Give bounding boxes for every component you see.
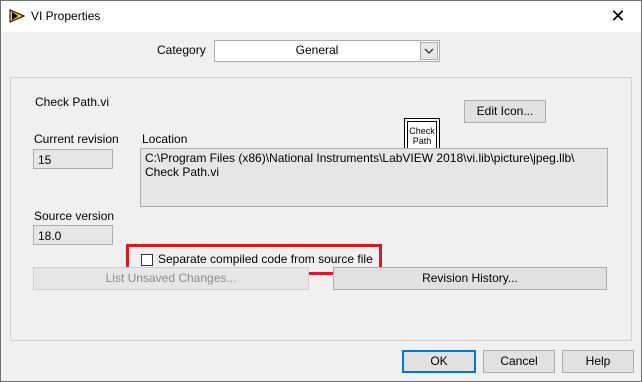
- edit-icon-button[interactable]: Edit Icon...: [464, 100, 546, 123]
- vi-name: Check Path.vi: [35, 95, 110, 109]
- revision-history-button[interactable]: Revision History...: [333, 267, 607, 290]
- source-version-label: Source version: [34, 209, 115, 223]
- title-bar: VI Properties ✕: [1, 1, 641, 32]
- general-panel: Check Path.vi Check Path Edit Icon... Cu…: [10, 77, 632, 341]
- vi-properties-window: VI Properties ✕ Category General Check P…: [0, 0, 642, 382]
- labview-app-icon: [9, 9, 25, 23]
- window-title: VI Properties: [31, 9, 101, 23]
- cancel-button[interactable]: Cancel: [483, 350, 555, 373]
- location-field: C:\Program Files (x86)\National Instrume…: [140, 148, 608, 207]
- source-version-field: 18.0: [33, 225, 113, 245]
- location-label: Location: [142, 132, 188, 146]
- vi-icon-text-line2: Path: [412, 136, 432, 146]
- vi-icon-text-line1: Check: [409, 126, 435, 136]
- dialog-body: Category General Check Path.vi Check Pat…: [1, 32, 641, 381]
- category-select[interactable]: General: [214, 40, 440, 62]
- category-dropdown-button[interactable]: [420, 42, 438, 60]
- help-button[interactable]: Help: [562, 350, 634, 373]
- vi-icon-image: Check Path: [407, 121, 437, 151]
- separate-compiled-code-checkbox[interactable]: [141, 254, 153, 266]
- separate-compiled-code-label[interactable]: Separate compiled code from source file: [158, 252, 373, 266]
- close-button[interactable]: ✕: [595, 1, 641, 32]
- ok-button[interactable]: OK: [402, 350, 476, 373]
- close-icon: ✕: [610, 6, 626, 26]
- chevron-down-icon: [424, 48, 434, 54]
- current-revision-label: Current revision: [34, 132, 119, 146]
- category-label: Category: [157, 43, 206, 57]
- current-revision-field: 15: [33, 149, 113, 169]
- category-value: General: [295, 43, 339, 57]
- list-unsaved-changes-button[interactable]: List Unsaved Changes...: [33, 267, 309, 290]
